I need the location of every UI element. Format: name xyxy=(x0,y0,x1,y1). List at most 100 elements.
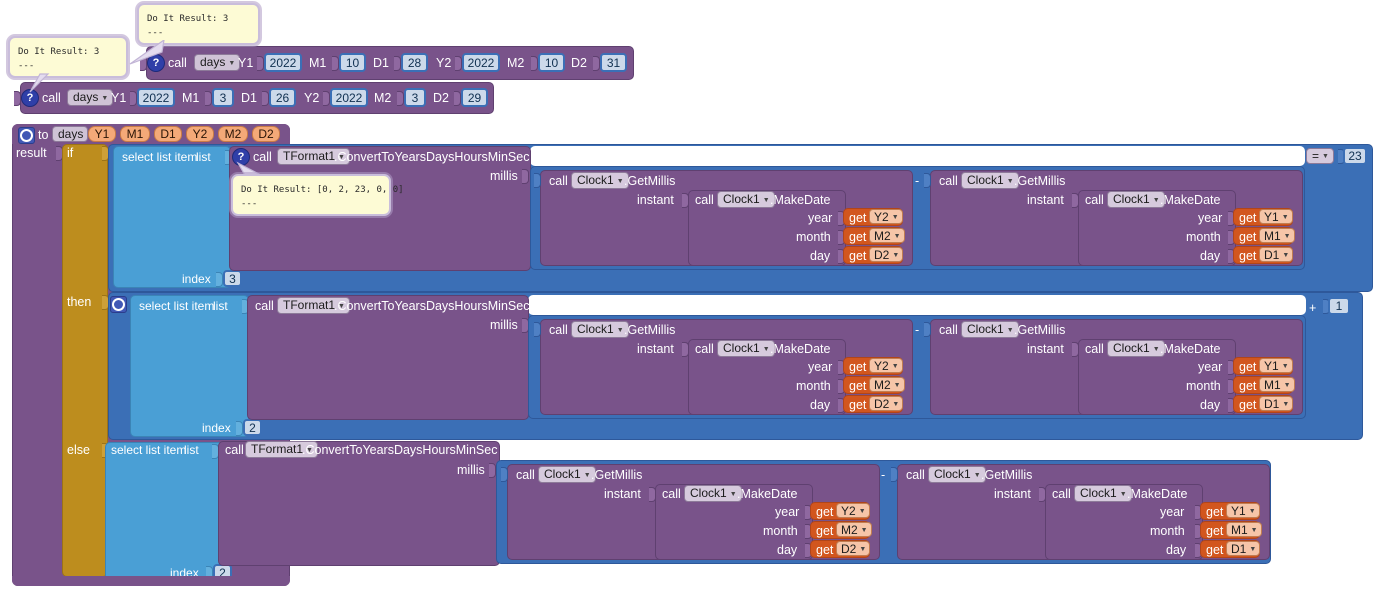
variable-name: Y2 xyxy=(874,358,889,373)
row-if-comparison-operator-dropdown[interactable]: = ▼ xyxy=(1306,148,1334,164)
row-if-left-var-d2[interactable]: D2 ▼ xyxy=(869,247,904,262)
chevron-down-icon: ▼ xyxy=(729,490,737,498)
chevron-down-icon: ▼ xyxy=(1250,527,1258,534)
row-else-left-method: .GetMillis xyxy=(591,468,643,482)
call-days-2-param-label-m1: M1 xyxy=(182,91,200,105)
row-if-index-value[interactable]: 3 xyxy=(223,270,242,287)
gear-icon-row-then[interactable] xyxy=(110,296,127,313)
row-if-left-makedate-dropdown[interactable]: Clock1 ▼ xyxy=(717,191,775,208)
row-else-left-var-d2[interactable]: D2 ▼ xyxy=(836,541,871,556)
row-else-left-plug xyxy=(501,467,508,482)
comment-bubble-top[interactable]: Do It Result: 3 --- xyxy=(137,3,260,45)
procedure-arg-y1[interactable]: Y1 xyxy=(88,126,116,142)
row-if-left-get-label-y2: get xyxy=(849,211,867,225)
row-else-left-var-y2[interactable]: Y2 ▼ xyxy=(836,503,870,518)
row-then-right-var-d1[interactable]: D1 ▼ xyxy=(1259,396,1294,411)
call-days-1-value-y1[interactable]: 2022 xyxy=(264,53,302,72)
chevron-down-icon: ▼ xyxy=(1006,326,1014,334)
variable-name: D2 xyxy=(874,396,890,411)
row-if-right-month-label: month xyxy=(1186,230,1221,244)
row-if-right-var-y1[interactable]: Y1 ▼ xyxy=(1259,209,1293,224)
row-else-right-call-label: call xyxy=(906,468,925,482)
row-else-list-label: list xyxy=(184,443,199,457)
procedure-arg-m1[interactable]: M1 xyxy=(120,126,150,142)
row-then-select-list-item[interactable] xyxy=(130,295,249,437)
row-then-left-var-y2[interactable]: Y2 ▼ xyxy=(869,358,903,373)
call-days-1-value-d1[interactable]: 28 xyxy=(401,53,428,72)
row-then-right-makedate-dropdown[interactable]: Clock1 ▼ xyxy=(1107,340,1165,357)
comment-bubble-left[interactable]: Do It Result: 3 --- xyxy=(8,36,128,78)
call-days-2-value-d1[interactable]: 26 xyxy=(269,88,296,107)
row-if-right-makedate-dropdown[interactable]: Clock1 ▼ xyxy=(1107,191,1165,208)
row-else-left-makedate-dropdown[interactable]: Clock1 ▼ xyxy=(684,485,742,502)
row-then-right-var-y1[interactable]: Y1 ▼ xyxy=(1259,358,1293,373)
row-if-left-var-m2[interactable]: M2 ▼ xyxy=(869,228,905,243)
if-label: if xyxy=(67,146,74,160)
component-name: TFormat1 xyxy=(251,442,304,456)
row-else-right-var-d1[interactable]: D1 ▼ xyxy=(1226,541,1261,556)
call-days-2-value-m2[interactable]: 3 xyxy=(404,88,426,107)
row-else-tformat-call[interactable] xyxy=(218,441,500,566)
row-if-left-var-y2[interactable]: Y2 ▼ xyxy=(869,209,903,224)
call-days-2-value-m1[interactable]: 3 xyxy=(212,88,234,107)
call-days-1-procedure-dropdown[interactable]: days ▼ xyxy=(194,54,241,71)
row-if-left-component-dropdown[interactable]: Clock1 ▼ xyxy=(571,172,629,189)
row-else-left-var-m2[interactable]: M2 ▼ xyxy=(836,522,872,537)
call-days-1-value-y2[interactable]: 2022 xyxy=(462,53,500,72)
procedure-arg-d2[interactable]: D2 xyxy=(252,126,280,142)
row-if-right-get-label-y1: get xyxy=(1239,211,1257,225)
row-then-index-value[interactable]: 2 xyxy=(243,419,262,436)
row-then-left-component-dropdown[interactable]: Clock1 ▼ xyxy=(571,321,629,338)
row-if-tail-value[interactable]: 23 xyxy=(1343,147,1367,165)
row-then-right-component-dropdown[interactable]: Clock1 ▼ xyxy=(961,321,1019,338)
procedure-arg-m2[interactable]: M2 xyxy=(218,126,248,142)
gear-icon-procedure[interactable] xyxy=(18,127,35,144)
call-days-1-value-m2[interactable]: 10 xyxy=(538,53,565,72)
variable-name: M2 xyxy=(874,228,891,243)
row-else-right-component-dropdown[interactable]: Clock1 ▼ xyxy=(928,466,986,483)
row-else-left-component-dropdown[interactable]: Clock1 ▼ xyxy=(538,466,596,483)
row-then-left-var-d2[interactable]: D2 ▼ xyxy=(869,396,904,411)
variable-name: D2 xyxy=(841,541,857,556)
comment-line-2: --- xyxy=(147,28,164,38)
row-then-left-method: .GetMillis xyxy=(624,323,676,337)
row-then-right-year-label: year xyxy=(1198,360,1223,374)
row-then-left-call-label: call xyxy=(549,323,568,337)
procedure-arg-y2[interactable]: Y2 xyxy=(186,126,214,142)
chevron-down-icon: ▼ xyxy=(1281,214,1289,221)
chevron-down-icon: ▼ xyxy=(1119,490,1127,498)
row-if-top-strip xyxy=(530,146,1305,166)
row-then-tail-value[interactable]: 1 xyxy=(1328,297,1350,315)
row-if-right-var-m1[interactable]: M1 ▼ xyxy=(1259,228,1295,243)
socket-y2-1 xyxy=(455,56,462,71)
row-if-list-label: list xyxy=(196,150,211,164)
row-else-right-instant-label: instant xyxy=(994,487,1031,501)
procedure-to-label: to xyxy=(38,128,49,142)
row-else-millis-socket xyxy=(489,463,496,478)
row-else-right-var-y1[interactable]: Y1 ▼ xyxy=(1226,503,1260,518)
call-days-2-value-y2[interactable]: 2022 xyxy=(330,88,368,107)
chevron-down-icon: ▼ xyxy=(1249,546,1257,553)
socket-m2-2 xyxy=(397,91,404,106)
row-then-left-makedate-dropdown[interactable]: Clock1 ▼ xyxy=(717,340,775,357)
call-days-2-procedure-dropdown[interactable]: days ▼ xyxy=(67,89,114,106)
row-if-right-component-dropdown[interactable]: Clock1 ▼ xyxy=(961,172,1019,189)
call-days-2-value-d2[interactable]: 29 xyxy=(461,88,488,107)
chevron-down-icon: ▼ xyxy=(1248,508,1256,515)
row-else-right-var-m1[interactable]: M1 ▼ xyxy=(1226,522,1262,537)
row-else-select-list-item[interactable] xyxy=(105,442,224,584)
row-if-right-var-d1[interactable]: D1 ▼ xyxy=(1259,247,1294,262)
row-if-select-list-item[interactable] xyxy=(113,146,231,288)
call-days-2-value-y1[interactable]: 2022 xyxy=(137,88,175,107)
comment-bubble-inner[interactable]: Do It Result: [0, 2, 23, 0, 0] --- xyxy=(231,174,404,216)
procedure-arg-d1[interactable]: D1 xyxy=(154,126,182,142)
row-else-left-instant-label: instant xyxy=(604,487,641,501)
row-then-left-var-m2[interactable]: M2 ▼ xyxy=(869,377,905,392)
call-days-1-value-m1[interactable]: 10 xyxy=(339,53,366,72)
if-then-else-block[interactable] xyxy=(62,144,108,577)
variable-name: D2 xyxy=(874,247,890,262)
row-else-right-makedate-dropdown[interactable]: Clock1 ▼ xyxy=(1074,485,1132,502)
call-days-1-value-d2[interactable]: 31 xyxy=(600,53,627,72)
procedure-name-field[interactable]: days xyxy=(52,126,89,142)
row-then-right-var-m1[interactable]: M1 ▼ xyxy=(1259,377,1295,392)
